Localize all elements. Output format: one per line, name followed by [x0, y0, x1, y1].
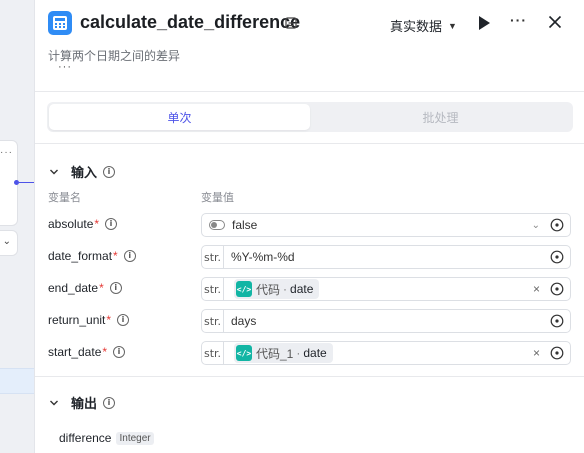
canvas-selected-strip: [0, 368, 34, 394]
output-section-header[interactable]: 输出 i: [49, 393, 116, 412]
required-mark: *: [102, 345, 108, 359]
run-mode-tabs: 单次 批处理: [47, 102, 573, 132]
return-unit-field[interactable]: str. days: [201, 309, 571, 333]
output-name: difference: [59, 431, 112, 445]
info-icon: i: [123, 250, 136, 262]
required-mark: *: [99, 281, 104, 295]
param-label-absolute: absolute * i: [48, 217, 118, 231]
data-source-select[interactable]: 真实数据 ▼: [390, 16, 457, 35]
param-label-return-unit: return_unit * i: [48, 313, 130, 327]
chevron-down-icon: [50, 400, 58, 405]
more-icon[interactable]: ···: [510, 12, 527, 28]
variable-ref-icon[interactable]: [550, 314, 564, 328]
clear-icon[interactable]: ×: [533, 282, 540, 296]
column-header-value: 变量值: [201, 192, 234, 204]
description-expand[interactable]: ···: [58, 61, 72, 73]
param-name: return_unit: [48, 313, 106, 327]
toggle-switch[interactable]: [209, 220, 225, 230]
input-section-title: 输入: [71, 165, 98, 180]
param-name: date_format: [48, 249, 113, 263]
canvas-port[interactable]: [14, 180, 19, 185]
input-section-header[interactable]: 输入 i: [49, 162, 116, 181]
close-icon[interactable]: [548, 15, 562, 29]
field-value[interactable]: days: [231, 314, 550, 328]
field-value: </> 代码_1 · date: [231, 343, 533, 363]
calculator-icon: [48, 11, 72, 35]
column-header-name: 变量名: [48, 192, 81, 204]
info-icon: i: [117, 314, 130, 326]
ref-node-name: 代码: [256, 282, 281, 297]
play-icon[interactable]: [477, 15, 491, 31]
variable-reference-tag[interactable]: </> 代码 · date: [234, 279, 320, 299]
required-mark: *: [113, 249, 118, 263]
tab-batch[interactable]: 批处理: [310, 104, 571, 130]
type-prefix: str.: [202, 310, 224, 332]
chevron-down-icon: ⌄: [2, 236, 11, 247]
date-format-field[interactable]: str. %Y-%m-%d: [201, 245, 571, 269]
data-source-label: 真实数据: [390, 19, 443, 34]
start-date-field[interactable]: str. </> 代码_1 · date ×: [201, 341, 571, 365]
required-mark: *: [106, 313, 112, 327]
type-prefix: str.: [202, 246, 224, 268]
workflow-canvas[interactable]: ··· ⌄: [0, 0, 34, 453]
param-label-date-format: date_format * i: [48, 249, 136, 263]
tab-single[interactable]: 单次: [49, 104, 310, 130]
variable-ref-icon[interactable]: [550, 346, 564, 360]
field-value: </> 代码 · date: [231, 279, 533, 299]
info-icon: i: [105, 218, 118, 230]
param-label-start-date: start_date * i: [48, 345, 126, 359]
required-mark: *: [94, 217, 100, 231]
node-menu-icon[interactable]: ···: [0, 147, 13, 158]
param-name: absolute: [48, 217, 94, 231]
type-prefix: str.: [202, 278, 224, 300]
info-icon: i: [103, 396, 116, 409]
divider: [35, 376, 584, 377]
panel-header: calculate_date_difference 真实数据 ▼ ··· 计算两…: [35, 0, 584, 92]
param-name: end_date: [48, 281, 99, 295]
type-prefix: str.: [202, 342, 224, 364]
field-value[interactable]: %Y-%m-%d: [231, 250, 550, 264]
ref-variable: date: [303, 346, 327, 360]
code-node-icon: </>: [236, 345, 252, 361]
ref-node-name: 代码_1: [256, 346, 294, 361]
end-date-field[interactable]: str. </> 代码 · date ×: [201, 277, 571, 301]
output-row: difference Integer: [59, 431, 154, 445]
type-badge: Integer: [116, 431, 154, 445]
variable-ref-icon[interactable]: [550, 282, 564, 296]
ref-separator: ·: [283, 282, 288, 296]
field-value: false: [232, 218, 258, 232]
info-icon: i: [113, 346, 126, 358]
info-icon: i: [103, 165, 116, 178]
absolute-field[interactable]: false ⌄: [201, 213, 571, 237]
output-section-title: 输出: [71, 396, 98, 411]
chevron-down-icon[interactable]: ⌄: [532, 220, 540, 231]
canvas-edge: [19, 182, 34, 183]
ref-variable: date: [290, 282, 314, 296]
canvas-dropdown[interactable]: ⌄: [0, 230, 18, 256]
caret-down-icon: ▼: [448, 20, 457, 31]
node-test-panel: calculate_date_difference 真实数据 ▼ ··· 计算两…: [34, 0, 584, 453]
page-title: calculate_date_difference: [80, 12, 301, 32]
variable-ref-icon[interactable]: [550, 218, 564, 232]
param-name: start_date: [48, 345, 102, 359]
divider: [35, 143, 584, 144]
chevron-down-icon: [50, 169, 58, 174]
ref-separator: ·: [296, 346, 301, 360]
param-label-end-date: end_date * i: [48, 281, 122, 295]
info-icon: i: [109, 282, 122, 294]
variable-ref-icon[interactable]: [550, 250, 564, 264]
variable-reference-tag[interactable]: </> 代码_1 · date: [234, 343, 333, 363]
edit-icon[interactable]: [285, 17, 297, 29]
clear-icon[interactable]: ×: [533, 346, 540, 360]
code-node-icon: </>: [236, 281, 252, 297]
